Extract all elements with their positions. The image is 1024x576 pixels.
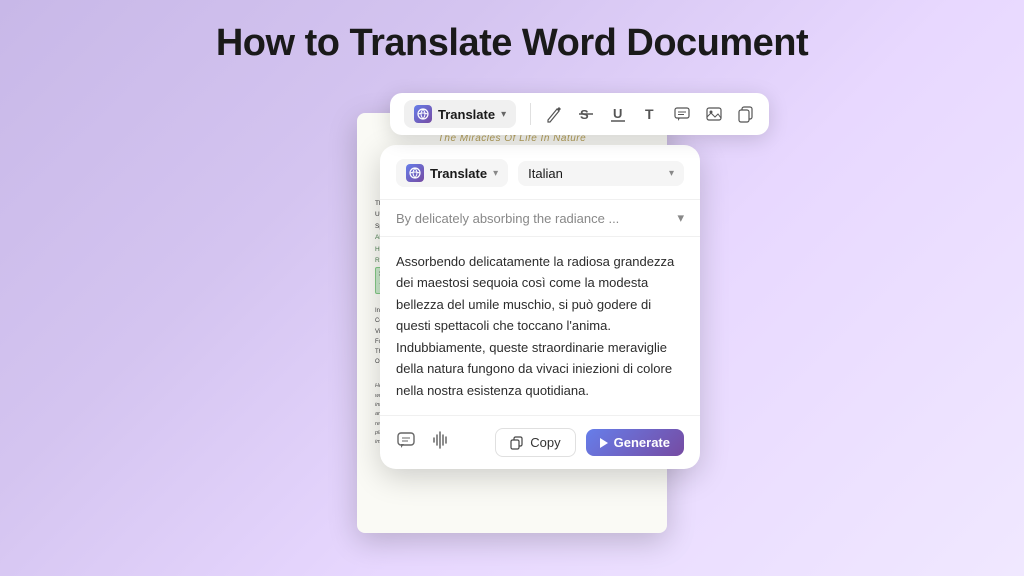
page-title: How to Translate Word Document bbox=[0, 0, 1024, 83]
generate-label: Generate bbox=[614, 435, 670, 450]
translate-panel: Translate ▾ Italian ▾ By delicately abso… bbox=[380, 145, 700, 469]
toolbar-copy-button[interactable] bbox=[737, 105, 755, 123]
source-text: By delicately absorbing the radiance ... bbox=[396, 211, 619, 226]
panel-translate-icon bbox=[406, 164, 424, 182]
toolbar-underline-button[interactable]: U bbox=[609, 105, 627, 123]
panel-translate-chevron: ▾ bbox=[493, 168, 498, 179]
generate-play-icon bbox=[600, 438, 608, 448]
translate-icon bbox=[414, 105, 432, 123]
toolbar-image-button[interactable] bbox=[705, 105, 723, 123]
footer-comment-button[interactable] bbox=[396, 430, 416, 455]
footer-left bbox=[396, 430, 450, 455]
source-chevron: ▾ bbox=[677, 210, 684, 226]
panel-header: Translate ▾ Italian ▾ bbox=[380, 145, 700, 200]
toolbar-text-button[interactable]: T bbox=[641, 105, 659, 123]
panel-footer: Copy Generate bbox=[380, 415, 700, 469]
lang-label: Italian bbox=[528, 166, 563, 181]
generate-button[interactable]: Generate bbox=[586, 429, 684, 456]
toolbar-comment-button[interactable] bbox=[673, 105, 691, 123]
translated-text-area: Assorbendo delicatamente la radiosa gran… bbox=[380, 237, 700, 415]
panel-translate-label: Translate bbox=[430, 166, 487, 181]
toolbar-translate-chevron: ▾ bbox=[501, 109, 506, 120]
svg-text:U: U bbox=[613, 106, 622, 121]
toolbar-strikethrough-button[interactable]: S bbox=[577, 105, 595, 123]
svg-text:T: T bbox=[645, 106, 654, 122]
content-area: The Miracles Of Life In Nature The Aesth… bbox=[0, 83, 1024, 533]
copy-button[interactable]: Copy bbox=[495, 428, 575, 457]
copy-label: Copy bbox=[530, 435, 560, 450]
translated-text: Assorbendo delicatamente la radiosa gran… bbox=[396, 251, 684, 401]
toolbar-translate-label: Translate bbox=[438, 107, 495, 122]
footer-audio-button[interactable] bbox=[430, 430, 450, 455]
source-text-row[interactable]: By delicately absorbing the radiance ...… bbox=[380, 200, 700, 237]
toolbar-pen-button[interactable] bbox=[545, 105, 563, 123]
language-selector[interactable]: Italian ▾ bbox=[518, 161, 684, 186]
toolbar: Translate ▾ S U T bbox=[390, 93, 769, 135]
toolbar-divider bbox=[530, 103, 531, 125]
panel-translate-dropdown[interactable]: Translate ▾ bbox=[396, 159, 508, 187]
footer-right: Copy Generate bbox=[495, 428, 684, 457]
lang-chevron: ▾ bbox=[669, 168, 674, 179]
toolbar-translate-button[interactable]: Translate ▾ bbox=[404, 100, 516, 128]
